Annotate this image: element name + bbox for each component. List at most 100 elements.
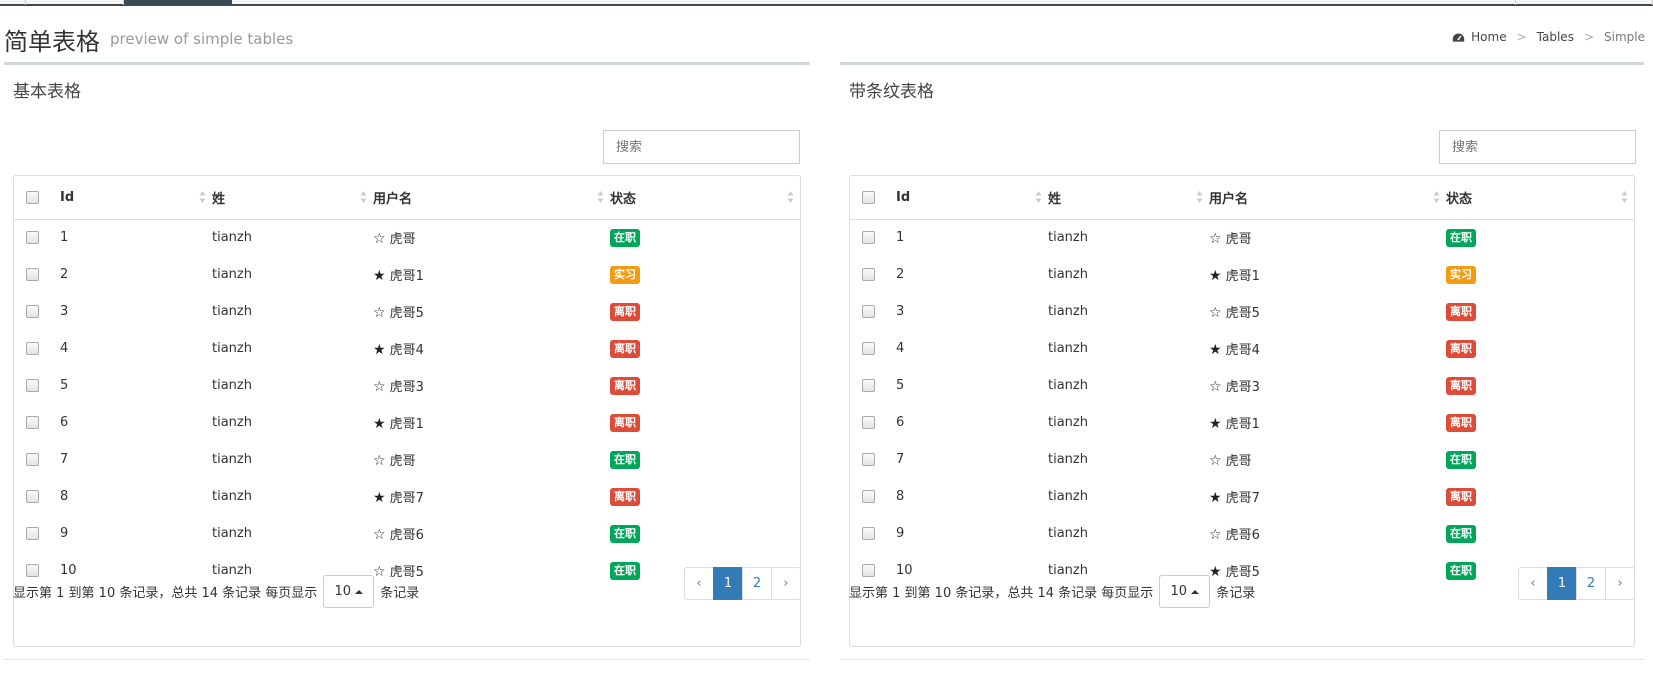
row-checkbox[interactable] bbox=[26, 379, 39, 392]
star-icon[interactable]: ☆ bbox=[1209, 305, 1222, 321]
tab-segment[interactable] bbox=[0, 0, 26, 5]
header-username[interactable]: 用户名 bbox=[1209, 176, 1446, 219]
tab-segment[interactable] bbox=[1515, 0, 1653, 5]
table-row[interactable]: 9 tianzh ☆ 虎哥6 在职 bbox=[14, 515, 800, 552]
pagination-next[interactable]: › bbox=[771, 567, 801, 600]
row-checkbox[interactable] bbox=[862, 453, 875, 466]
search-input[interactable] bbox=[1439, 130, 1636, 164]
star-icon[interactable]: ☆ bbox=[1209, 231, 1222, 247]
header-status[interactable]: 状态 bbox=[1446, 176, 1634, 219]
caret-up-icon bbox=[1191, 589, 1200, 594]
table-row[interactable]: 9 tianzh ☆ 虎哥6 在职 bbox=[850, 515, 1634, 552]
pagination-next[interactable]: › bbox=[1605, 567, 1635, 600]
pagination-page[interactable]: 1 bbox=[1547, 567, 1577, 600]
row-checkbox[interactable] bbox=[26, 231, 39, 245]
username-text: 虎哥 bbox=[1225, 232, 1252, 248]
table-row[interactable]: 5 tianzh ☆ 虎哥3 离职 bbox=[14, 367, 800, 404]
star-icon[interactable]: ★ bbox=[1209, 416, 1222, 432]
page-size-select[interactable]: 10 bbox=[323, 575, 375, 608]
tab-segment[interactable] bbox=[26, 0, 124, 5]
breadcrumb-tables[interactable]: Tables bbox=[1537, 30, 1574, 44]
status-cell: 在职 bbox=[1446, 515, 1634, 552]
row-checkbox[interactable] bbox=[26, 342, 39, 355]
active-tab-indicator[interactable] bbox=[124, 0, 232, 6]
star-icon[interactable]: ★ bbox=[373, 268, 386, 284]
row-checkbox[interactable] bbox=[26, 305, 39, 318]
status-cell: 在职 bbox=[610, 219, 800, 256]
star-icon[interactable]: ☆ bbox=[1209, 453, 1222, 469]
table-row[interactable]: 4 tianzh ★ 虎哥4 离职 bbox=[850, 330, 1634, 367]
header-label: 用户名 bbox=[373, 191, 413, 207]
username-text: 虎哥3 bbox=[1225, 380, 1260, 395]
table-row[interactable]: 2 tianzh ★ 虎哥1 实习 bbox=[14, 256, 800, 293]
pagination-prev[interactable]: ‹ bbox=[684, 567, 714, 600]
pagination-prev[interactable]: ‹ bbox=[1518, 567, 1548, 600]
star-icon[interactable]: ☆ bbox=[373, 231, 386, 247]
last-name-cell: tianzh bbox=[212, 526, 252, 541]
row-checkbox[interactable] bbox=[862, 342, 875, 355]
table-row[interactable]: 6 tianzh ★ 虎哥1 离职 bbox=[14, 404, 800, 441]
table-row[interactable]: 7 tianzh ☆ 虎哥 在职 bbox=[14, 441, 800, 478]
row-checkbox[interactable] bbox=[26, 527, 39, 540]
table-row[interactable]: 6 tianzh ★ 虎哥1 离职 bbox=[850, 404, 1634, 441]
star-icon[interactable]: ★ bbox=[373, 490, 386, 506]
row-checkbox[interactable] bbox=[26, 268, 39, 281]
star-icon[interactable]: ★ bbox=[373, 342, 386, 358]
breadcrumb-current: Simple bbox=[1604, 30, 1645, 44]
select-all-checkbox[interactable] bbox=[26, 190, 39, 204]
table-row[interactable]: 8 tianzh ★ 虎哥7 离职 bbox=[850, 478, 1634, 515]
last-name-cell: tianzh bbox=[212, 415, 252, 430]
page-size-select[interactable]: 10 bbox=[1159, 575, 1211, 608]
box-divider bbox=[840, 659, 1644, 660]
star-icon[interactable]: ★ bbox=[1209, 268, 1222, 284]
header-last-name[interactable]: 姓 bbox=[212, 176, 373, 219]
star-icon[interactable]: ★ bbox=[1209, 342, 1222, 358]
star-icon[interactable]: ☆ bbox=[1209, 379, 1222, 395]
data-table: Id 姓 用户名 状态 1 tianzh ☆ 虎哥 在职 2 tianzh ★ 虎哥1 实习 3 ti… bbox=[850, 176, 1634, 589]
row-checkbox[interactable] bbox=[862, 268, 875, 281]
table-row[interactable]: 4 tianzh ★ 虎哥4 离职 bbox=[14, 330, 800, 367]
header-status[interactable]: 状态 bbox=[610, 176, 800, 219]
sort-icon bbox=[787, 191, 794, 203]
table-row[interactable]: 7 tianzh ☆ 虎哥 在职 bbox=[850, 441, 1634, 478]
breadcrumb-home[interactable]: Home bbox=[1471, 30, 1506, 44]
pagination-page[interactable]: 1 bbox=[713, 567, 743, 600]
header-username[interactable]: 用户名 bbox=[373, 176, 610, 219]
header-last-name[interactable]: 姓 bbox=[1048, 176, 1209, 219]
table-row[interactable]: 5 tianzh ☆ 虎哥3 离职 bbox=[850, 367, 1634, 404]
row-checkbox[interactable] bbox=[26, 416, 39, 429]
star-icon[interactable]: ★ bbox=[373, 416, 386, 432]
star-icon[interactable]: ★ bbox=[1209, 490, 1222, 506]
row-checkbox[interactable] bbox=[862, 490, 875, 503]
row-checkbox[interactable] bbox=[862, 416, 875, 429]
star-icon[interactable]: ☆ bbox=[373, 379, 386, 395]
id-cell: 7 bbox=[60, 452, 69, 467]
row-checkbox[interactable] bbox=[862, 527, 875, 540]
header-id[interactable]: Id bbox=[896, 176, 1048, 219]
row-checkbox[interactable] bbox=[862, 305, 875, 318]
star-icon[interactable]: ☆ bbox=[373, 305, 386, 321]
pagination: ‹ 1 2 › bbox=[684, 567, 801, 600]
table-row[interactable]: 3 tianzh ☆ 虎哥5 离职 bbox=[850, 293, 1634, 330]
star-icon[interactable]: ☆ bbox=[373, 453, 386, 469]
star-icon[interactable]: ☆ bbox=[1209, 527, 1222, 543]
row-checkbox[interactable] bbox=[862, 231, 875, 245]
pagination-page[interactable]: 2 bbox=[1576, 567, 1606, 600]
table-row[interactable]: 1 tianzh ☆ 虎哥 在职 bbox=[14, 219, 800, 256]
row-checkbox[interactable] bbox=[26, 453, 39, 466]
table-row[interactable]: 1 tianzh ☆ 虎哥 在职 bbox=[850, 219, 1634, 256]
row-checkbox[interactable] bbox=[26, 490, 39, 503]
table-row[interactable]: 3 tianzh ☆ 虎哥5 离职 bbox=[14, 293, 800, 330]
table-row[interactable]: 8 tianzh ★ 虎哥7 离职 bbox=[14, 478, 800, 515]
select-all-checkbox[interactable] bbox=[862, 190, 875, 204]
last-name-cell: tianzh bbox=[212, 267, 252, 282]
username-cell: ☆ 虎哥 bbox=[373, 219, 610, 256]
status-badge: 离职 bbox=[1446, 339, 1476, 358]
table-row[interactable]: 2 tianzh ★ 虎哥1 实习 bbox=[850, 256, 1634, 293]
header-id[interactable]: Id bbox=[60, 176, 212, 219]
search-input[interactable] bbox=[603, 130, 800, 164]
pagination-page[interactable]: 2 bbox=[742, 567, 772, 600]
row-checkbox[interactable] bbox=[862, 379, 875, 392]
status-badge: 在职 bbox=[610, 524, 640, 543]
star-icon[interactable]: ☆ bbox=[373, 527, 386, 543]
